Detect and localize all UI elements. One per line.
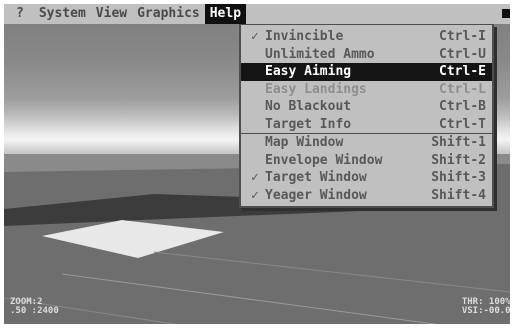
menu-item-shortcut: Shift-2 [431, 152, 486, 168]
menu-item-shortcut: Shift-1 [431, 135, 486, 150]
menu-item-shortcut: Ctrl-B [439, 99, 486, 114]
menu-item-label: Invincible [265, 29, 344, 44]
menu-view[interactable]: View [91, 4, 132, 24]
menu-item-label: Envelope Window [265, 152, 383, 168]
menu-item-map-window[interactable]: Map Window Shift-1 [241, 134, 492, 152]
menu-item-shortcut: Ctrl-I [439, 29, 486, 44]
menu-item-label: Yeager Window [265, 187, 367, 203]
menu-item-no-blackout[interactable]: No Blackout Ctrl-B [241, 98, 492, 116]
menu-item-shortcut: Shift-3 [431, 170, 486, 185]
menu-item-label: Target Info [265, 116, 352, 132]
window-control-icon[interactable] [502, 9, 510, 18]
checkmark-icon: ✓ [251, 29, 259, 44]
runway-pad [42, 220, 224, 258]
menu-item-target-window[interactable]: ✓ Target Window Shift-3 [241, 169, 492, 187]
help-menu-dropdown: ✓ Invincible Ctrl-I Unlimited Ammo Ctrl-… [239, 24, 494, 208]
hud-altitude: .50 :2400 [10, 306, 59, 316]
menu-item-label: Map Window [265, 135, 344, 150]
ground-line [153, 251, 510, 293]
menu-item-shortcut: Ctrl-U [439, 46, 486, 62]
game-screen: ? System View Graphics Help ✓ Invincible… [4, 4, 510, 324]
menu-item-easy-landings[interactable]: Easy Landings Ctrl-L [241, 81, 492, 99]
menu-item-shortcut: Ctrl-L [439, 81, 486, 97]
menu-system[interactable]: System [34, 4, 91, 24]
hud-vsi: VSI:-00.05 [461, 306, 510, 316]
menu-item-unlimited-ammo[interactable]: Unlimited Ammo Ctrl-U [241, 46, 492, 64]
menu-item-invincible[interactable]: ✓ Invincible Ctrl-I [241, 28, 492, 46]
hud-zoom-readout: ZOOM:2 .50 :2400 [10, 298, 59, 316]
menu-help[interactable]: Help [204, 4, 247, 24]
menu-item-label: Target Window [265, 170, 367, 185]
menu-item-shortcut: Ctrl-T [439, 116, 486, 132]
menu-item-shortcut: Ctrl-E [439, 64, 486, 79]
checkmark-icon: ✓ [251, 170, 259, 185]
menu-item-label: Easy Aiming [265, 64, 352, 79]
menu-item-shortcut: Shift-4 [431, 187, 486, 203]
menu-item-target-info[interactable]: Target Info Ctrl-T [241, 116, 492, 134]
checkmark-icon: ✓ [251, 187, 259, 203]
menu-item-label: Unlimited Ammo [265, 46, 375, 62]
hud-throttle-readout: THR: 100% VSI:-00.05 [462, 298, 510, 316]
menu-item-envelope-window[interactable]: Envelope Window Shift-2 [241, 152, 492, 170]
menu-item-label: Easy Landings [265, 81, 367, 97]
menu-item-label: No Blackout [265, 99, 352, 114]
menu-help-question[interactable]: ? [4, 4, 34, 24]
menu-item-yeager-window[interactable]: ✓ Yeager Window Shift-4 [241, 187, 492, 205]
menubar: ? System View Graphics Help [4, 4, 510, 25]
menu-graphics[interactable]: Graphics [132, 4, 205, 24]
menu-item-easy-aiming[interactable]: Easy Aiming Ctrl-E [241, 63, 492, 81]
ground-line [61, 273, 435, 324]
